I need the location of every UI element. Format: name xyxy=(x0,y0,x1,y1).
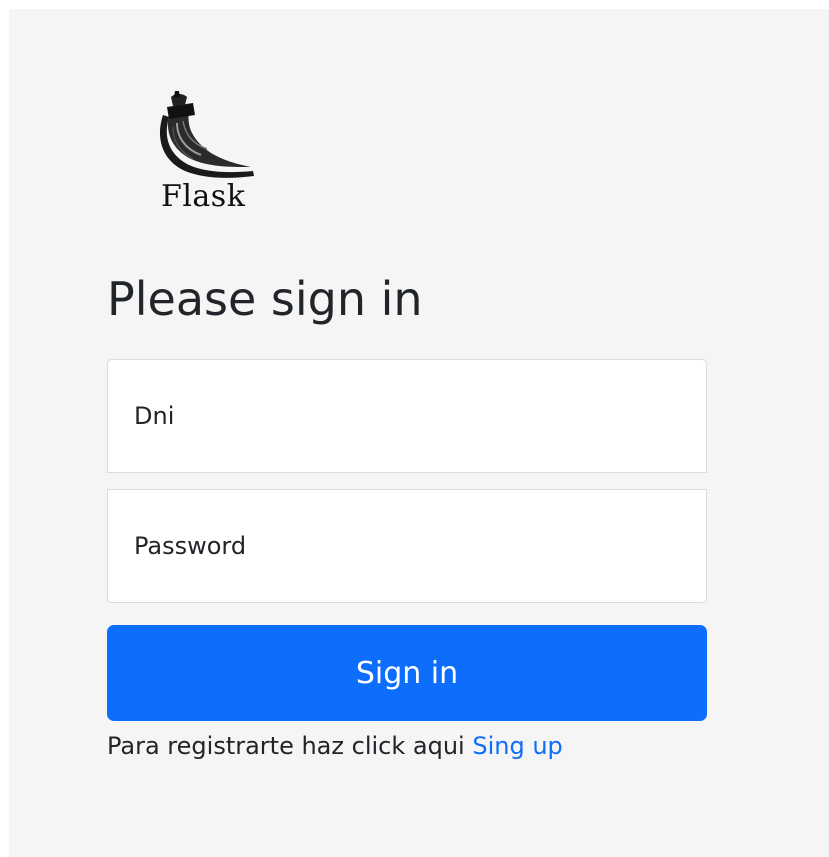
dni-input[interactable] xyxy=(107,359,707,473)
sign-up-link[interactable]: Sing up xyxy=(472,732,562,760)
logo-text: Flask xyxy=(161,179,246,214)
flask-horn-icon xyxy=(159,91,254,178)
register-prompt-text: Para registrarte haz click aqui xyxy=(107,732,465,760)
page-title: Please sign in xyxy=(107,272,423,326)
sign-in-button[interactable]: Sign in xyxy=(107,625,707,721)
flask-logo: Flask xyxy=(155,91,265,226)
register-prompt: Para registrarte haz click aqui Sing up xyxy=(107,729,563,763)
login-page: Flask Please sign in Sign in Para regist… xyxy=(9,9,829,857)
password-input[interactable] xyxy=(107,489,707,603)
